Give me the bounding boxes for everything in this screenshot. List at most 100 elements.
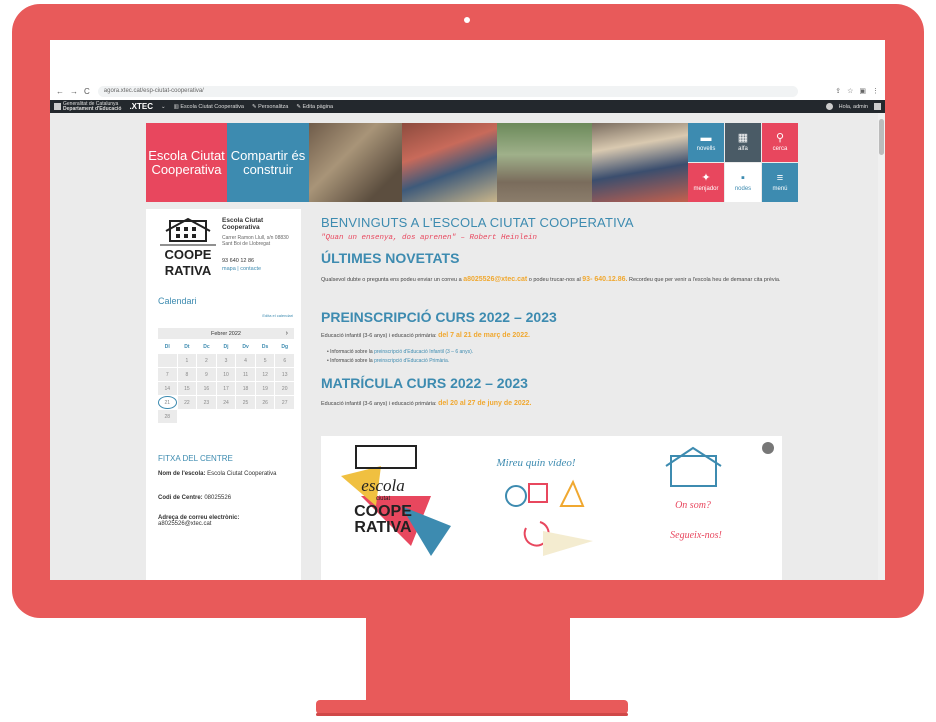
menu-button[interactable]: ≡ menú bbox=[762, 163, 798, 202]
calendar-title: Calendari bbox=[158, 296, 197, 306]
logo-escola: escola bbox=[361, 476, 404, 495]
calendar-day[interactable]: 10 bbox=[216, 368, 236, 381]
novells-button[interactable]: ▬ novells bbox=[688, 123, 724, 162]
lock-icon[interactable] bbox=[762, 442, 774, 454]
calendar-header: Febrer 2022 › bbox=[158, 328, 294, 339]
calendar-day[interactable]: 8 bbox=[177, 368, 197, 381]
motto: Compartir és construir bbox=[230, 147, 306, 177]
site-name: Escola Ciutat Cooperativa bbox=[180, 103, 244, 110]
more-icon[interactable]: ⋮ bbox=[872, 87, 879, 95]
calendar-day[interactable]: 5 bbox=[255, 354, 275, 367]
url-field[interactable]: agora.xtec.cat/esp-ciutat-cooperativa/ bbox=[97, 85, 798, 97]
weekday-header: Dv bbox=[236, 340, 255, 353]
calendar-day[interactable]: 21 bbox=[158, 396, 177, 409]
calendar-day[interactable]: 2 bbox=[197, 354, 216, 367]
brush-icon: ✎ bbox=[251, 103, 257, 110]
calendar-day[interactable]: 3 bbox=[216, 354, 236, 367]
svg-text:COOPE: COOPE bbox=[165, 247, 212, 262]
calendar-day[interactable]: 7 bbox=[158, 368, 177, 381]
avatar[interactable] bbox=[874, 103, 881, 110]
calendar-edit-link[interactable]: Edita el calendari bbox=[262, 313, 293, 318]
menjador-button[interactable]: ✦ menjador bbox=[688, 163, 724, 202]
calendar-day[interactable]: 13 bbox=[275, 368, 294, 381]
calendar-day[interactable]: 20 bbox=[275, 382, 294, 395]
forward-icon[interactable]: → bbox=[70, 87, 78, 96]
calendar-day[interactable]: 24 bbox=[216, 396, 236, 409]
calendar-empty-cell bbox=[158, 354, 177, 367]
gencat-logo[interactable]: Generalitat de Catalunya Departament d'E… bbox=[54, 101, 122, 112]
edit-page-link[interactable]: ✎ Edita pàgina bbox=[296, 104, 333, 110]
calendar-day[interactable]: 22 bbox=[177, 396, 197, 409]
calendar-day[interactable]: 25 bbox=[236, 396, 255, 409]
calendar-day[interactable]: 1 bbox=[177, 354, 197, 367]
calendar-day[interactable]: 23 bbox=[197, 396, 216, 409]
chevron-down-icon[interactable]: ⌄ bbox=[161, 104, 166, 110]
bullet2-text: Informació sobre la bbox=[330, 358, 373, 364]
infantil-link[interactable]: preinscripció d'Educació Infantil (3 – 6… bbox=[374, 349, 473, 355]
calendar-day[interactable]: 26 bbox=[255, 396, 275, 409]
calendar-day[interactable]: 16 bbox=[197, 382, 216, 395]
school-logo[interactable]: COOPE RATIVA bbox=[158, 217, 218, 287]
menu-icon: ≡ bbox=[776, 172, 784, 184]
nodes-label: nodes bbox=[734, 186, 752, 192]
search-icon: ⚲ bbox=[775, 132, 785, 144]
weekday-header: Ds bbox=[255, 340, 275, 353]
nodes-button[interactable]: ▪ nodes bbox=[725, 163, 761, 202]
share-icon[interactable]: ⇪ bbox=[835, 87, 841, 95]
back-icon[interactable]: ← bbox=[56, 87, 64, 96]
quick-links: ▬ novells ▦ alfa ⚲ cerca ✦ menjador ▪ nodes ≡… bbox=[688, 123, 798, 202]
alfa-button[interactable]: ▦ alfa bbox=[725, 123, 761, 162]
map-contact-links[interactable]: mapa | contacte bbox=[222, 266, 261, 272]
preins-text: Educació infantil (3-6 anys) i educació … bbox=[321, 333, 437, 339]
calendar-day[interactable]: 14 bbox=[158, 382, 177, 395]
promo-card: escola ciutat COOPE RATIVA Mireu quin ví… bbox=[321, 436, 782, 580]
codi-label: Codi de Centre: bbox=[158, 495, 203, 501]
star-icon[interactable]: ☆ bbox=[847, 87, 853, 95]
user-greeting[interactable]: Hola, admin bbox=[839, 104, 868, 110]
scrollbar[interactable] bbox=[878, 113, 885, 580]
bullet-infantil: • Informació sobre la preinscripció d'Ed… bbox=[327, 349, 474, 355]
cerca-button[interactable]: ⚲ cerca bbox=[762, 123, 798, 162]
school-title-tile[interactable]: Escola Ciutat Cooperativa bbox=[146, 123, 227, 202]
contact-phone: 93- 640.12.86. bbox=[582, 276, 628, 283]
calendar-day[interactable]: 27 bbox=[275, 396, 294, 409]
calendar-day[interactable]: 12 bbox=[255, 368, 275, 381]
logo-rativa: RATIVA bbox=[354, 519, 412, 536]
on-som-link[interactable]: On som? bbox=[675, 500, 711, 511]
contact-email-link[interactable]: a8025526@xtec.cat bbox=[463, 276, 527, 283]
header-photo-3 bbox=[497, 123, 592, 202]
school-title: Escola Ciutat Cooperativa bbox=[148, 147, 225, 177]
fitxa-codi: Codi de Centre: 08025526 bbox=[158, 495, 231, 501]
calendar-day[interactable]: 6 bbox=[275, 354, 294, 367]
header-photo-2 bbox=[402, 123, 497, 202]
preinscripcio-text: Educació infantil (3-6 anys) i educació … bbox=[321, 331, 799, 341]
gencat-line2: Departament d'Educació bbox=[63, 105, 122, 112]
calendar-day[interactable]: 4 bbox=[236, 354, 255, 367]
logo-coope: COOPE bbox=[354, 503, 412, 520]
calendar-day[interactable]: 18 bbox=[236, 382, 255, 395]
home-icon: ▥ bbox=[173, 103, 179, 110]
calendar-day[interactable]: 19 bbox=[255, 382, 275, 395]
user-icon bbox=[825, 103, 833, 110]
site-link[interactable]: ▥ Escola Ciutat Cooperativa bbox=[174, 104, 244, 110]
calendar-day[interactable]: 17 bbox=[216, 382, 236, 395]
video-caption[interactable]: Mireu quin vídeo! bbox=[495, 457, 575, 469]
chevron-right-icon[interactable]: › bbox=[286, 330, 288, 337]
monitor-frame: ← → C agora.xtec.cat/esp-ciutat-cooperat… bbox=[12, 4, 924, 618]
calendar-day[interactable]: 15 bbox=[177, 382, 197, 395]
monitor-stand-neck bbox=[366, 617, 570, 701]
extension-icon[interactable]: ▣ bbox=[859, 87, 866, 95]
calendar-day[interactable]: 9 bbox=[197, 368, 216, 381]
page-content: Escola Ciutat Cooperativa Compartir és c… bbox=[50, 113, 885, 580]
main-content: BENVINGUTS A L'ESCOLA CIUTAT COOPERATIVA… bbox=[321, 209, 801, 580]
segueix-link[interactable]: Segueix-nos! bbox=[670, 530, 722, 541]
weekday-header: Dt bbox=[177, 340, 197, 353]
xtec-menu[interactable]: .XTEC bbox=[129, 102, 153, 111]
customize-link[interactable]: ✎ Personalitza bbox=[252, 104, 288, 110]
reload-icon[interactable]: C bbox=[84, 87, 90, 96]
scrollbar-thumb[interactable] bbox=[879, 119, 884, 155]
calendar-day[interactable]: 11 bbox=[236, 368, 255, 381]
calendar-day[interactable]: 28 bbox=[158, 410, 177, 423]
customize-label: Personalitza bbox=[258, 103, 289, 110]
primaria-link[interactable]: preinscripció d'Educació Primària. bbox=[374, 358, 449, 364]
